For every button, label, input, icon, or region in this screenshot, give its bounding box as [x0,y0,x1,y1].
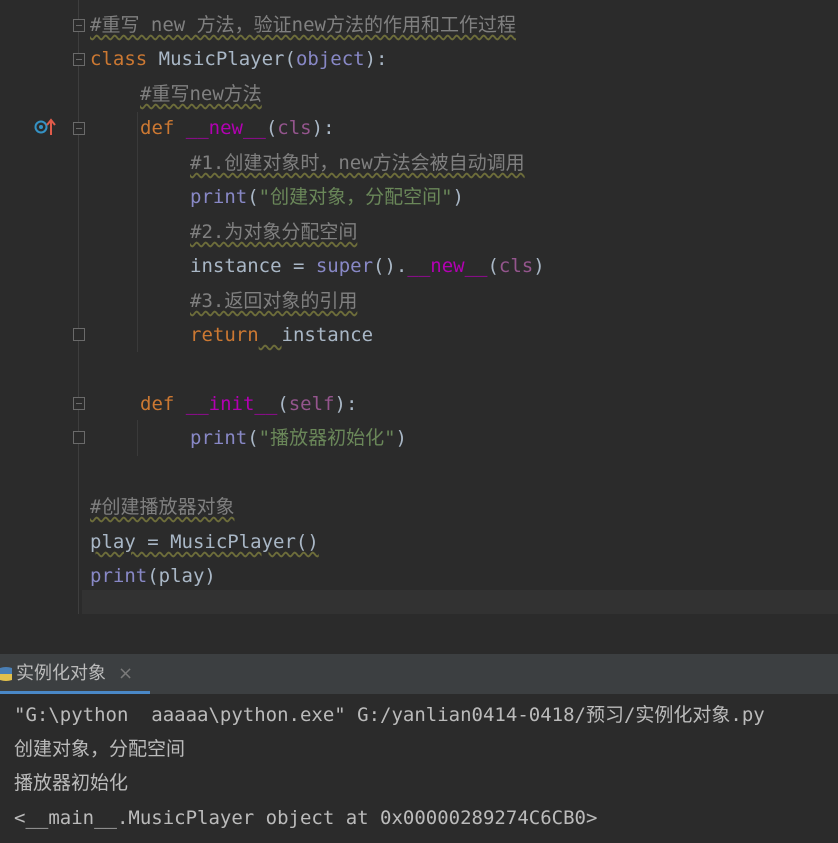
code-line[interactable]: #重写new方法 [140,81,262,107]
console-line: 创建对象，分配空间 [14,738,186,760]
code-token: ( [277,393,289,415]
code-line[interactable]: print(play) [90,563,216,589]
code-token: object [295,48,365,70]
code-token: print [190,427,248,449]
code-line[interactable]: class MusicPlayer(object): [90,46,387,72]
code-line[interactable]: print("播放器初始化") [190,425,407,451]
code-token: #1.创建对象时，new方法会被自动调用 [190,152,525,174]
code-token: #3.返回对象的引用 [190,290,358,312]
indent-guide [137,420,138,456]
indent-guide [137,112,138,352]
run-console-output[interactable]: "G:\python aaaaa\python.exe" G:/yanlian0… [0,694,838,843]
override-up-arrow-icon[interactable] [34,118,56,136]
code-token: class [90,48,159,70]
code-token: cls [277,117,312,139]
run-tool-window-tabbar: 实例化对象 × [0,654,838,694]
close-icon[interactable]: × [118,654,133,694]
code-token: #重写new方法 [140,83,262,105]
code-token: ): [311,117,335,139]
code-line[interactable]: #重写 new 方法，验证new方法的作用和工作过程 [90,12,516,38]
code-token: ) [533,255,545,277]
code-line[interactable]: play = MusicPlayer() [90,529,319,555]
fold-marker[interactable] [73,431,85,444]
code-token: super [315,255,374,277]
code-token: cls [498,255,534,277]
code-token: MusicPlayer [158,48,285,70]
code-token: (play) [147,565,216,587]
code-line[interactable]: #2.为对象分配空间 [190,219,357,245]
code-token: def [140,117,186,139]
code-token: instance [281,324,374,346]
code-token: self [288,393,335,415]
fold-marker[interactable] [73,53,85,66]
code-token: __new__ [185,117,266,139]
code-line[interactable]: def __init__(self): [140,391,357,417]
code-line[interactable]: print("创建对象，分配空间") [190,184,464,210]
code-token: def [140,393,186,415]
code-token: print [190,186,248,208]
console-line: "G:\python aaaaa\python.exe" G:/yanlian0… [14,704,765,726]
code-token: ): [364,48,388,70]
code-token: __init__ [185,393,278,415]
code-token: #重写 new 方法，验证new方法的作用和工作过程 [90,14,516,36]
panel-separator [0,614,838,654]
code-line[interactable]: instance = super().__new__(cls) [190,253,545,279]
code-line[interactable]: #创建播放器对象 [90,494,234,520]
code-token: ( [247,186,259,208]
code-token: #2.为对象分配空间 [190,221,358,243]
code-token: ( [247,427,259,449]
code-line[interactable]: #1.创建对象时，new方法会被自动调用 [190,150,525,176]
code-token: return [190,324,259,346]
code-line[interactable]: def __new__(cls): [140,115,335,141]
code-line[interactable]: #3.返回对象的引用 [190,288,357,314]
code-token: ( [284,48,296,70]
fold-marker[interactable] [73,328,85,341]
fold-marker[interactable] [73,122,85,135]
code-token: play = MusicPlayer() [90,531,319,553]
code-token: (). [373,255,408,277]
code-line[interactable]: return instance [190,322,373,348]
code-token: ): [334,393,358,415]
python-file-icon [0,667,12,681]
code-token: print [90,565,148,587]
code-token: ) [452,186,464,208]
code-token: __new__ [407,255,488,277]
code-token: instance = [190,255,316,277]
code-token: "创建对象，分配空间" [258,186,453,208]
console-line: 播放器初始化 [14,772,129,794]
run-tab-label: 实例化对象 [16,663,106,684]
code-token: ) [395,427,407,449]
fold-marker[interactable] [73,19,85,32]
console-line: <__main__.MusicPlayer object at 0x000002… [14,807,598,829]
code-token: ( [487,255,499,277]
current-line-highlight [82,590,838,614]
code-token: "播放器初始化" [258,427,396,449]
code-token: #创建播放器对象 [90,496,235,518]
fold-marker[interactable] [73,397,85,410]
run-tab[interactable]: 实例化对象 × [0,654,150,694]
code-editor[interactable]: #重写 new 方法，验证new方法的作用和工作过程 class MusicPla… [0,0,838,614]
gutter-divider [78,0,79,614]
code-token: ( [265,117,278,139]
